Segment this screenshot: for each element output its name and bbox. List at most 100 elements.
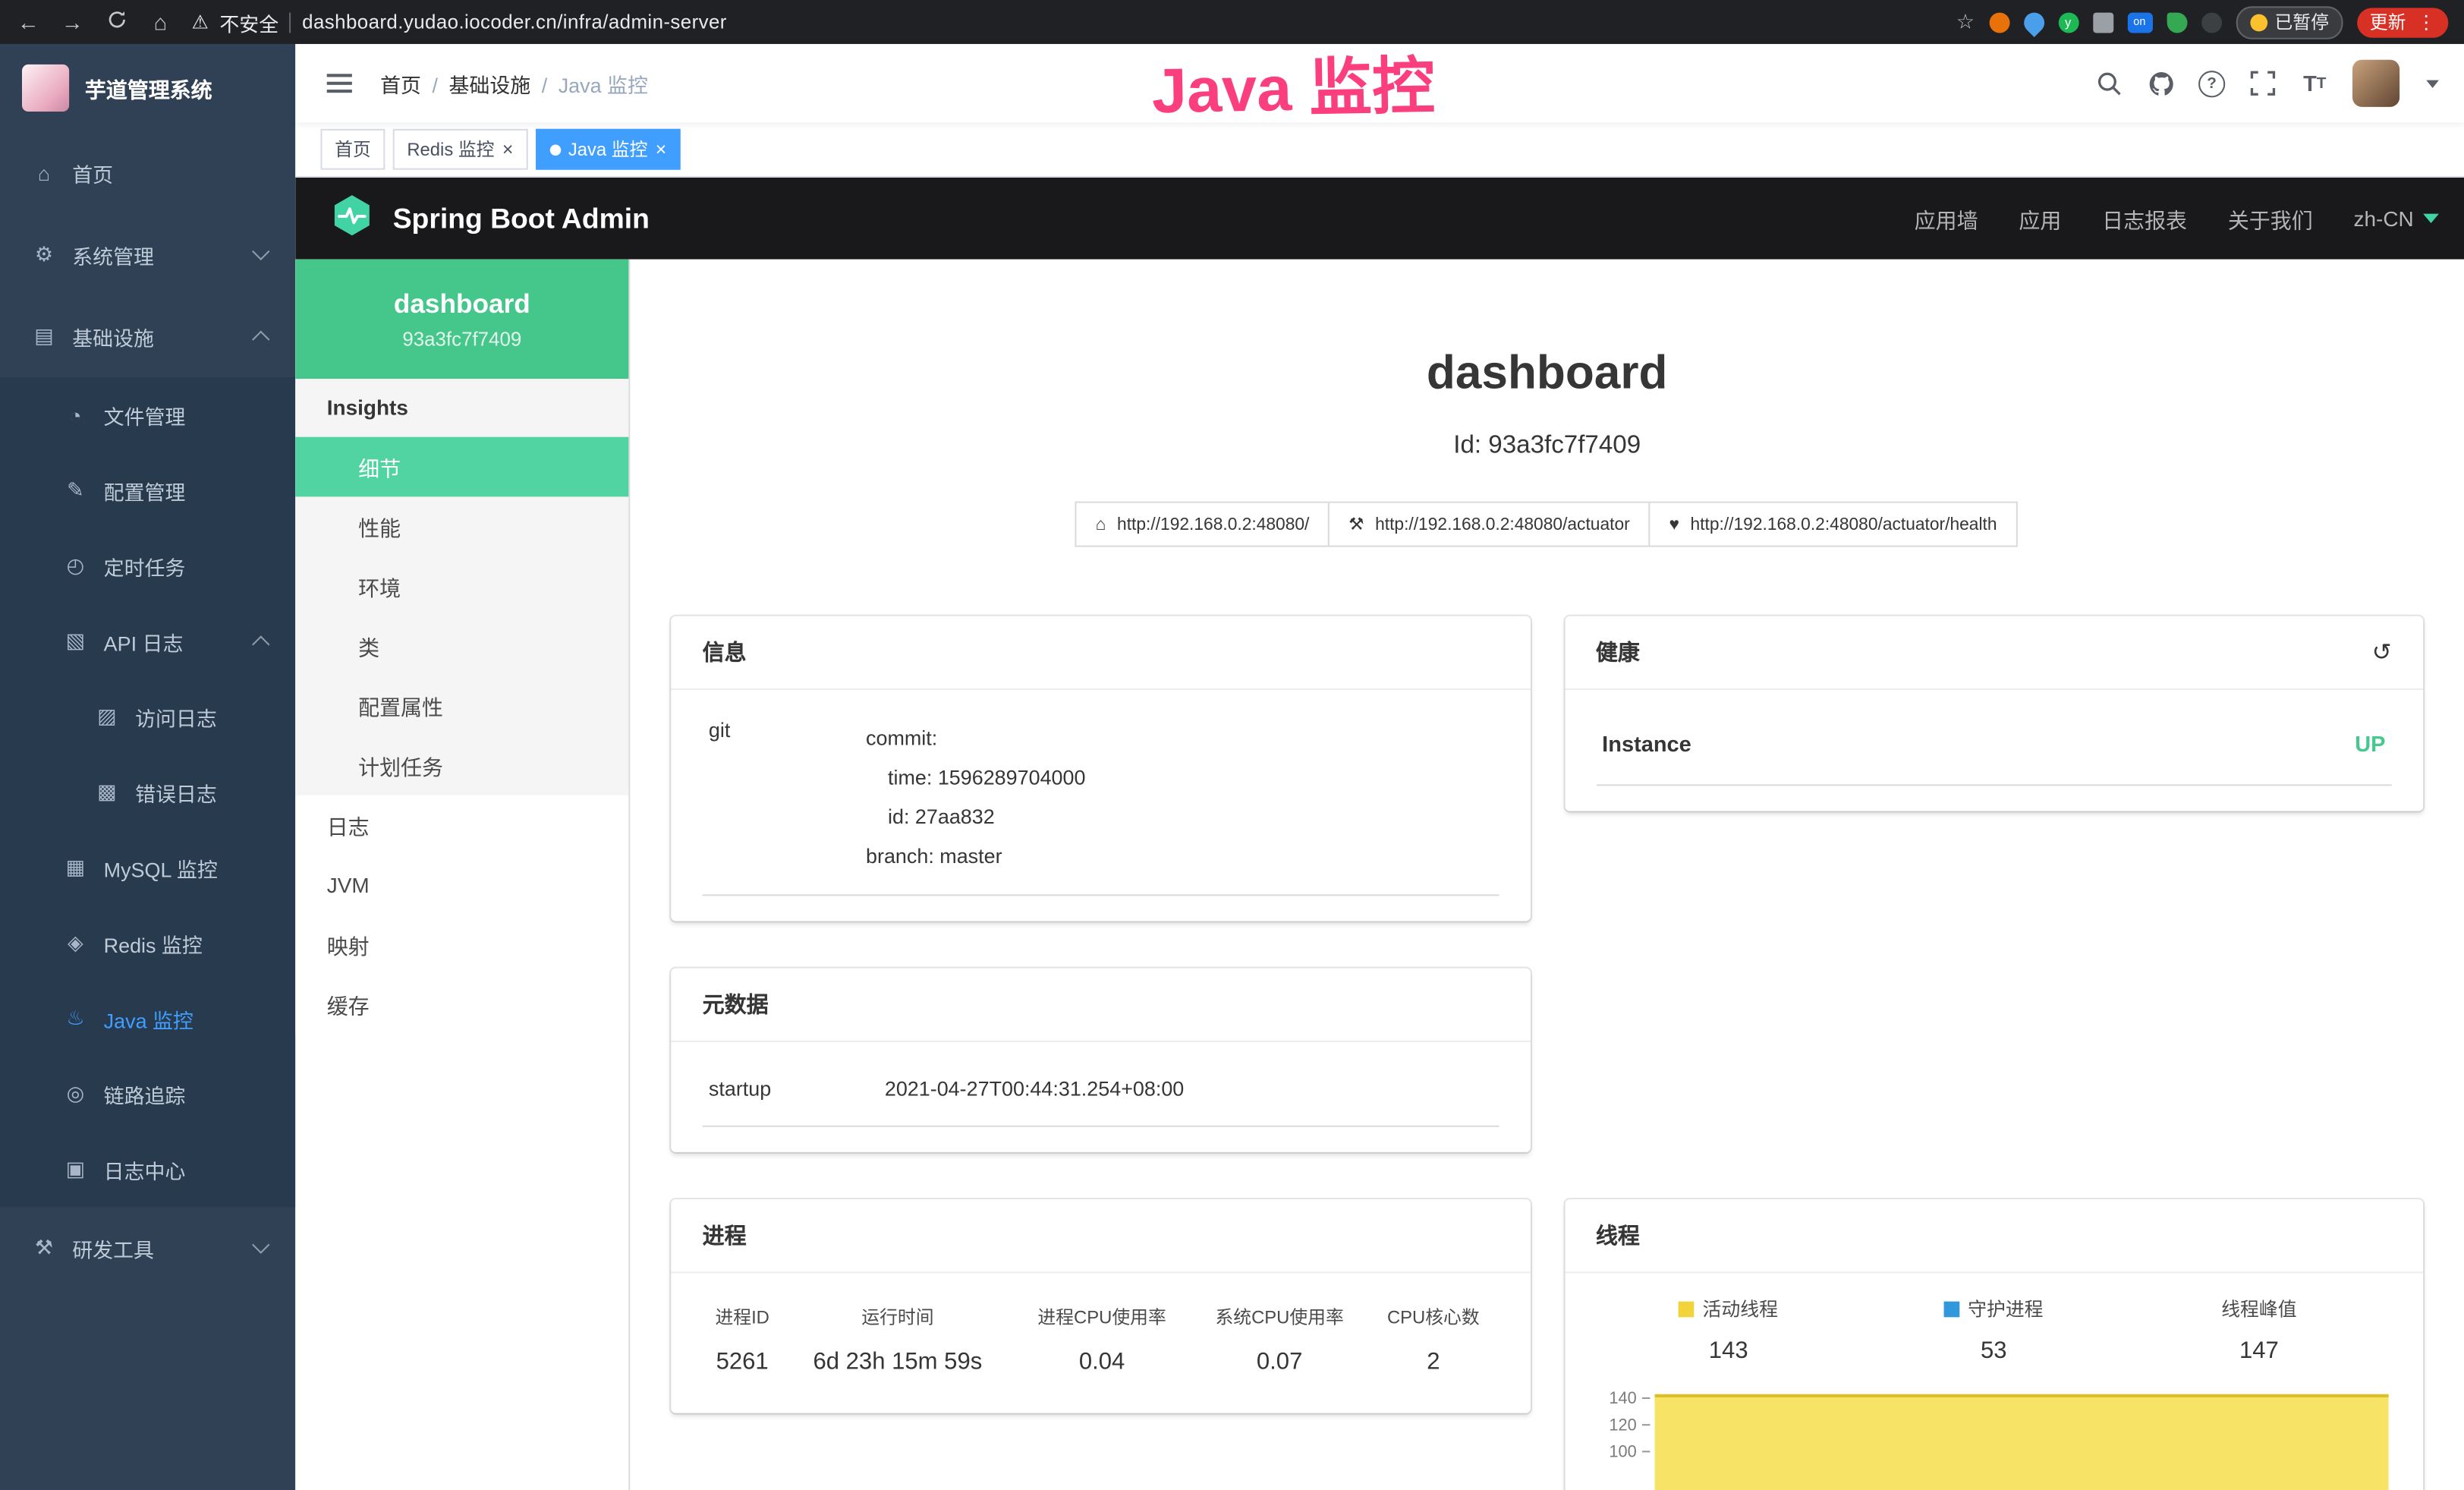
- extension-green-icon[interactable]: y: [2058, 12, 2079, 33]
- process-uptime: 6d 23h 15m 59s: [782, 1343, 1013, 1388]
- sba-nav-journal[interactable]: 日志报表: [2102, 203, 2187, 234]
- profile-paused-chip[interactable]: 已暂停: [2236, 5, 2343, 38]
- cards-grid: 信息 git commit: time: 1596289704000 id: 2…: [671, 616, 2423, 1490]
- sidebar-item-mysql-monitor[interactable]: ▦ MySQL 监控: [0, 830, 295, 905]
- daemon-threads-value: 53: [1861, 1338, 2127, 1365]
- tag-java-monitor[interactable]: Java 监控 ×: [535, 129, 681, 170]
- process-col-header: 进程CPU使用率: [1013, 1293, 1191, 1343]
- java-icon: ♨: [63, 1006, 88, 1031]
- menu-label: Java 监控: [104, 1003, 194, 1033]
- history-icon[interactable]: ↺: [2372, 638, 2392, 666]
- sba-item-logs[interactable]: 日志: [295, 795, 628, 855]
- api-log-icon: ▧: [63, 628, 88, 654]
- tag-label: Java 监控: [568, 137, 648, 162]
- close-icon[interactable]: ×: [656, 140, 667, 159]
- extension-on-badge[interactable]: on: [2127, 12, 2152, 33]
- font-size-icon[interactable]: TT: [2301, 69, 2329, 97]
- paused-label: 已暂停: [2274, 9, 2328, 34]
- close-icon[interactable]: ×: [502, 140, 514, 159]
- sba-item-mappings[interactable]: 映射: [295, 915, 628, 975]
- address-bar[interactable]: ⚠ 不安全 dashboard.yudao.iocoder.cn/infra/a…: [192, 7, 727, 36]
- hamburger-icon[interactable]: [320, 68, 358, 99]
- refresh-icon[interactable]: [104, 9, 129, 34]
- sidebar-item-access-log[interactable]: ▨ 访问日志: [0, 679, 295, 754]
- fullscreen-icon[interactable]: [2248, 69, 2277, 97]
- home-icon: ⌂: [1096, 515, 1106, 534]
- sba-item-classes[interactable]: 类: [295, 616, 628, 676]
- app-logo[interactable]: 芋道管理系统: [0, 44, 295, 132]
- sidebar-item-error-log[interactable]: ▩ 错误日志: [0, 754, 295, 830]
- extension-dark-icon[interactable]: [2201, 12, 2221, 33]
- bookmark-star-icon[interactable]: ☆: [1956, 9, 1975, 34]
- sidebar-item-cron[interactable]: ◴ 定时任务: [0, 528, 295, 603]
- legend-label: 活动线程: [1703, 1299, 1778, 1321]
- extension-drop-icon[interactable]: [2019, 8, 2048, 36]
- wrench-icon: ⚒: [1348, 515, 1364, 535]
- search-icon[interactable]: [2094, 69, 2123, 97]
- instance-header[interactable]: dashboard 93a3fc7f7409: [295, 260, 628, 379]
- forward-icon[interactable]: →: [60, 9, 85, 34]
- sba-item-caches[interactable]: 缓存: [295, 975, 628, 1035]
- process-card: 进程 进程ID 运行时间 进程CPU使用率: [671, 1199, 1530, 1413]
- sba-item-environment[interactable]: 环境: [295, 556, 628, 616]
- info-card: 信息 git commit: time: 1596289704000 id: 2…: [671, 616, 1530, 921]
- security-label[interactable]: 不安全: [219, 7, 278, 36]
- chrome-update-button[interactable]: 更新 ⋮: [2357, 7, 2448, 36]
- sba-nav-applications[interactable]: 应用: [2019, 203, 2061, 234]
- sidebar-item-api-log[interactable]: ▧ API 日志: [0, 603, 295, 679]
- sidebar-item-config-manage[interactable]: ✎ 配置管理: [0, 452, 295, 528]
- sidebar-item-home[interactable]: ⌂ 首页: [0, 132, 295, 214]
- github-icon[interactable]: [2147, 69, 2175, 97]
- process-col-header: CPU核心数: [1368, 1293, 1498, 1343]
- trace-icon: ◎: [63, 1082, 88, 1107]
- sidebar-item-file-manage[interactable]: ◔ 文件管理: [0, 377, 295, 452]
- menu-label: 研发工具: [72, 1233, 154, 1263]
- threads-card-body: 活动线程 143 守护进程 53: [1564, 1274, 2423, 1490]
- sba-item-jvm[interactable]: JVM: [295, 855, 628, 915]
- breadcrumb-home[interactable]: 首页: [380, 68, 448, 98]
- sba-nav-wallboard[interactable]: 应用墙: [1915, 203, 1978, 234]
- tag-home[interactable]: 首页: [320, 129, 385, 170]
- extension-leaf-icon[interactable]: [2167, 12, 2187, 33]
- sba-locale-select[interactable]: zh-CN: [2354, 206, 2439, 230]
- sidebar-item-infrastructure[interactable]: ▤ 基础设施: [0, 295, 295, 377]
- sidebar-item-system[interactable]: ⚙ 系统管理: [0, 214, 295, 296]
- link-label: http://192.168.0.2:48080/actuator: [1375, 515, 1630, 534]
- browser-menu-icon[interactable]: ⋮: [2417, 11, 2436, 33]
- help-icon[interactable]: ?: [2198, 70, 2225, 96]
- sba-logo-icon[interactable]: [330, 193, 374, 244]
- access-log-icon: ▨: [94, 704, 119, 729]
- info-card-body: git commit: time: 1596289704000 id: 27aa…: [671, 690, 1530, 921]
- breadcrumb-infrastructure[interactable]: 基础设施: [449, 68, 559, 98]
- home-button-icon[interactable]: ⌂: [148, 9, 173, 34]
- sidebar-item-java-monitor[interactable]: ♨ Java 监控: [0, 981, 295, 1056]
- sidebar-item-redis-monitor[interactable]: ◈ Redis 监控: [0, 906, 295, 981]
- actuator-url-button[interactable]: ⚒ http://192.168.0.2:48080/actuator: [1328, 502, 1650, 547]
- sidebar-item-trace[interactable]: ◎ 链路追踪: [0, 1057, 295, 1132]
- extensions-puzzle-icon[interactable]: [2092, 12, 2113, 33]
- sidebar-item-log-center[interactable]: ▣ 日志中心: [0, 1132, 295, 1207]
- tag-redis-monitor[interactable]: Redis 监控 ×: [393, 129, 527, 170]
- back-icon[interactable]: ←: [16, 9, 41, 34]
- tick-mark: [1641, 1425, 1649, 1426]
- spring-boot-admin: Spring Boot Admin 应用墙 应用 日志报表 关于我们 zh-CN: [295, 178, 2464, 1490]
- sba-item-configprops[interactable]: 配置属性: [295, 676, 628, 736]
- metadata-key: startup: [709, 1077, 885, 1101]
- service-url-button[interactable]: ⌂ http://192.168.0.2:48080/: [1075, 502, 1330, 547]
- sba-nav-about[interactable]: 关于我们: [2228, 203, 2313, 234]
- sba-brand-title[interactable]: Spring Boot Admin: [393, 202, 650, 235]
- extension-fox-icon[interactable]: [1989, 12, 2009, 33]
- sba-item-scheduledtasks[interactable]: 计划任务: [295, 736, 628, 795]
- redis-icon: ◈: [63, 931, 88, 956]
- user-avatar[interactable]: [2352, 60, 2399, 107]
- file-manage-icon: ◔: [63, 403, 88, 427]
- health-card-header: 健康 ↺: [1564, 616, 2423, 690]
- info-git-row: git commit: time: 1596289704000 id: 27aa…: [703, 703, 1499, 896]
- sba-item-details[interactable]: 细节: [295, 437, 628, 497]
- avatar-caret-icon[interactable]: [2426, 80, 2439, 87]
- sba-item-metrics[interactable]: 性能: [295, 496, 628, 556]
- home-icon: ⌂: [31, 161, 56, 184]
- url-text[interactable]: dashboard.yudao.iocoder.cn/infra/admin-s…: [302, 11, 727, 33]
- sidebar-item-devtools[interactable]: ⚒ 研发工具: [0, 1207, 295, 1289]
- health-url-button[interactable]: ♥ http://192.168.0.2:48080/actuator/heal…: [1649, 502, 2018, 547]
